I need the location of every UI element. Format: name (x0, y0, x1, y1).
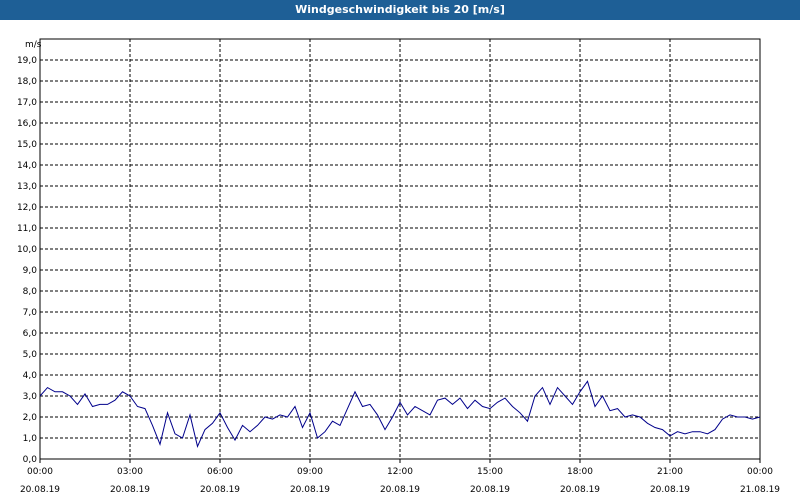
chart-title: Windgeschwindigkeit bis 20 [m/s] (0, 0, 800, 20)
x-tick-date: 20.08.19 (200, 485, 240, 495)
y-axis-label: m/s (25, 40, 42, 50)
x-tick-time: 06:00 (207, 467, 233, 477)
x-tick-time: 18:00 (567, 467, 593, 477)
y-tick-label: 9,0 (23, 266, 38, 276)
y-tick-label: 8,0 (23, 287, 38, 297)
chart-window: Windgeschwindigkeit bis 20 [m/s] 0,0 1,0 2… (0, 0, 800, 500)
y-tick-label: 19,0 (17, 56, 37, 66)
y-tick-label: 11,0 (17, 224, 37, 234)
x-tick-date: 20.08.19 (290, 485, 330, 495)
x-tick-date: 21.08.19 (740, 485, 780, 495)
x-tick-time: 21:00 (657, 467, 683, 477)
y-tick-label: 18,0 (17, 77, 37, 87)
y-tick-label: 17,0 (17, 98, 37, 108)
x-tick-date: 20.08.19 (110, 485, 150, 495)
y-tick-label: 13,0 (17, 182, 37, 192)
chart-area: 0,0 1,0 2,0 3,0 4,0 5,0 6,0 7,0 8,0 9,0 10,0 11,0 12… (17, 38, 780, 495)
y-tick-label: 16,0 (17, 119, 37, 129)
x-tick-time: 03:00 (117, 467, 143, 477)
x-tick-date: 20.08.19 (20, 485, 60, 495)
y-tick-label: 12,0 (17, 203, 37, 213)
x-tick-date: 20.08.19 (380, 485, 420, 495)
x-tick-time: 15:00 (477, 467, 503, 477)
y-tick-label: 1,0 (23, 434, 38, 444)
y-tick-label: 7,0 (23, 308, 38, 318)
y-tick-label: 3,0 (23, 392, 38, 402)
y-tick-label: 6,0 (23, 329, 38, 339)
x-tick-date: 20.08.19 (470, 485, 510, 495)
y-tick-label: 15,0 (17, 140, 37, 150)
y-tick-label: 10,0 (17, 245, 37, 255)
x-tick-time: 00:00 (747, 467, 773, 477)
x-tick-date: 20.08.19 (650, 485, 690, 495)
grid-lines (40, 39, 760, 459)
y-tick-label: 5,0 (23, 350, 38, 360)
x-tick-time: 12:00 (387, 467, 413, 477)
x-tick-time: 00:00 (27, 467, 53, 477)
y-tick-label: 0,0 (23, 455, 38, 465)
x-tick-date: 20.08.19 (560, 485, 600, 495)
y-tick-label: 4,0 (23, 371, 38, 381)
y-tick-label: 2,0 (23, 413, 38, 423)
x-tick-time: 09:00 (297, 467, 323, 477)
y-tick-label: 14,0 (17, 161, 37, 171)
